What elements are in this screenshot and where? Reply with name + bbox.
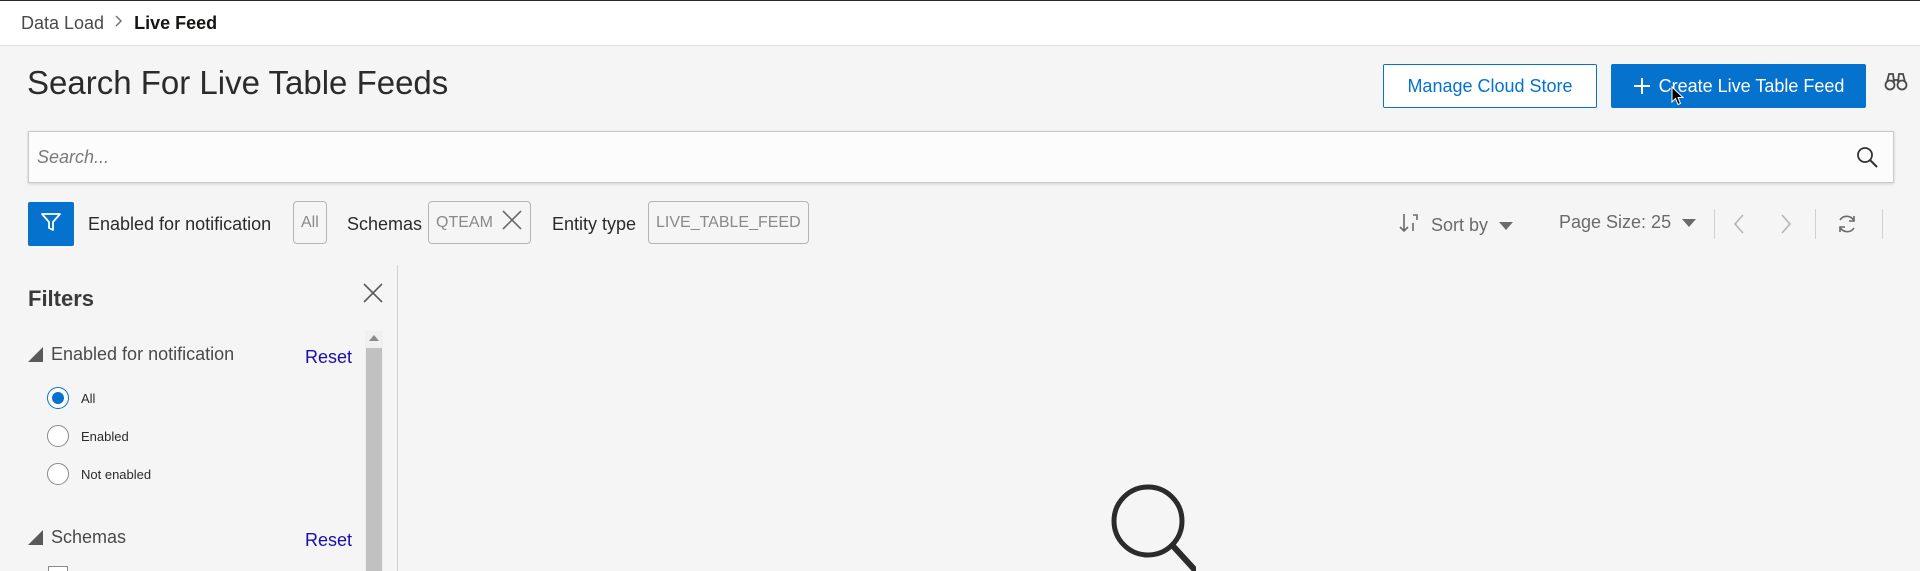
- filters-title: Filters: [28, 286, 95, 311]
- search-box: [28, 131, 1894, 183]
- create-live-table-feed-label: Create Live Table Feed: [1658, 75, 1845, 96]
- sort-icon: [1399, 212, 1421, 239]
- radio-label: Enabled: [81, 428, 129, 444]
- scroll-thumb[interactable]: [366, 348, 382, 571]
- schemas-filter-value: QTEAM: [436, 213, 493, 231]
- plus-icon: [1633, 73, 1651, 99]
- notification-filter-value: All: [301, 213, 319, 231]
- search-input[interactable]: [37, 146, 1817, 168]
- collapse-triangle-icon: [28, 347, 43, 362]
- manage-cloud-store-button[interactable]: Manage Cloud Store: [1383, 64, 1597, 108]
- radio-button[interactable]: [47, 463, 69, 485]
- entity-type-filter-chip[interactable]: LIVE_TABLE_FEED: [648, 201, 809, 244]
- notification-filter-label: Enabled for notification: [88, 214, 272, 234]
- sort-by-dropdown[interactable]: Sort by: [1399, 212, 1514, 239]
- page-title: Search For Live Table Feeds: [27, 64, 449, 101]
- divider: [1714, 209, 1715, 239]
- radio-button[interactable]: [47, 425, 69, 447]
- page-size-dropdown[interactable]: Page Size: 25: [1559, 212, 1697, 233]
- checkbox[interactable]: [48, 566, 68, 571]
- search-icon[interactable]: [1855, 145, 1879, 174]
- facet-name: Schemas: [51, 527, 127, 547]
- divider: [1815, 209, 1816, 239]
- binoculars-icon[interactable]: [1884, 72, 1908, 97]
- facet-name: Enabled for notification: [51, 344, 235, 364]
- close-icon[interactable]: [363, 283, 383, 308]
- notification-filter-chip[interactable]: All: [293, 201, 327, 244]
- schemas-filter-chip[interactable]: QTEAM: [428, 201, 531, 244]
- entity-type-filter-value: LIVE_TABLE_FEED: [656, 213, 801, 231]
- page-size-label: Page Size: 25: [1559, 212, 1672, 232]
- breadcrumb-current: Live Feed: [134, 12, 218, 33]
- breadcrumb: Data Load Live Feed: [0, 0, 1920, 46]
- chevron-right-icon: [115, 14, 123, 32]
- mouse-cursor-icon: [1671, 85, 1685, 111]
- chevron-right-icon[interactable]: [1780, 214, 1792, 239]
- radio-option-not-enabled[interactable]: Not enabled: [47, 463, 151, 485]
- facet-header-schemas[interactable]: Schemas: [28, 527, 126, 548]
- filters-scrollbar[interactable]: [365, 331, 383, 571]
- filters-panel: Filters Enabled for notification Reset A…: [0, 265, 398, 571]
- reset-link-schemas[interactable]: Reset: [305, 530, 352, 551]
- entity-type-filter-label: Entity type: [552, 214, 637, 234]
- close-icon[interactable]: [501, 209, 523, 236]
- radio-option-all[interactable]: All: [47, 387, 95, 409]
- facet-header-notification[interactable]: Enabled for notification: [28, 344, 234, 365]
- reset-link-notification[interactable]: Reset: [305, 347, 352, 368]
- radio-option-enabled[interactable]: Enabled: [47, 425, 129, 447]
- filter-toggle-button[interactable]: [28, 202, 74, 246]
- panel-divider: [397, 265, 398, 571]
- radio-label: Not enabled: [81, 466, 152, 482]
- chevron-left-icon[interactable]: [1733, 214, 1745, 239]
- schemas-filter-label: Schemas: [347, 214, 423, 234]
- scroll-up-icon[interactable]: [369, 335, 379, 341]
- divider: [1882, 209, 1883, 239]
- caret-down-icon: [1499, 221, 1514, 230]
- refresh-icon[interactable]: [1836, 213, 1858, 240]
- search-icon: [1110, 483, 1197, 571]
- radio-button[interactable]: [47, 387, 69, 409]
- create-live-table-feed-button[interactable]: Create Live Table Feed: [1611, 64, 1866, 108]
- filter-icon: [40, 211, 62, 238]
- caret-down-icon: [1682, 218, 1697, 227]
- sort-by-label: Sort by: [1431, 215, 1489, 235]
- radio-label: All: [81, 390, 96, 406]
- breadcrumb-link-data-load[interactable]: Data Load: [21, 13, 104, 34]
- collapse-triangle-icon: [28, 530, 43, 545]
